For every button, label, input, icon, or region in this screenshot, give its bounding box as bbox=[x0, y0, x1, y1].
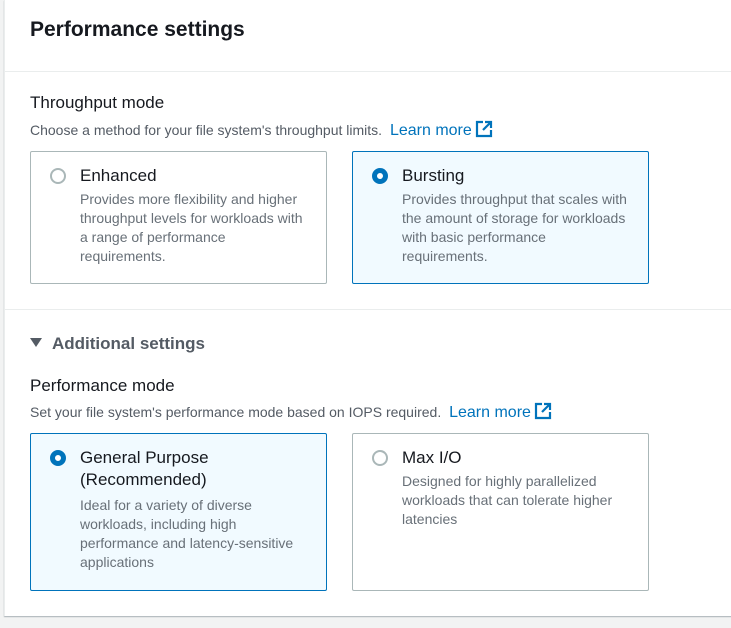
option-description: Ideal for a variety of diverse workloads… bbox=[80, 497, 294, 570]
option-description: Provides more flexibility and higher thr… bbox=[80, 191, 303, 264]
option-description: Designed for highly parallelized workloa… bbox=[402, 473, 613, 527]
radio-general-purpose[interactable] bbox=[50, 450, 66, 466]
radio-bursting[interactable] bbox=[372, 168, 388, 184]
performance-option-max-io[interactable]: Max I/O Designed for highly parallelized… bbox=[352, 433, 649, 591]
throughput-option-bursting[interactable]: Bursting Provides throughput that scales… bbox=[352, 151, 649, 284]
performance-mode-description: Set your file system's performance mode … bbox=[30, 402, 552, 426]
throughput-learn-more-text[interactable]: Learn more bbox=[390, 122, 472, 139]
performance-option-general-purpose[interactable]: General Purpose (Recommended) Ideal for … bbox=[30, 433, 327, 591]
external-link-icon bbox=[534, 402, 552, 426]
performance-settings-panel: Performance settings Throughput mode Cho… bbox=[4, 0, 731, 616]
section-divider bbox=[5, 309, 731, 310]
throughput-learn-more-link[interactable]: Learn more bbox=[390, 120, 493, 139]
throughput-mode-title: Throughput mode bbox=[30, 93, 165, 112]
option-label: Max I/O bbox=[402, 448, 462, 467]
panel-header: Performance settings bbox=[5, 0, 731, 72]
panel-title: Performance settings bbox=[30, 18, 245, 41]
throughput-option-enhanced[interactable]: Enhanced Provides more flexibility and h… bbox=[30, 151, 327, 284]
caret-down-icon bbox=[30, 338, 42, 347]
radio-max-io[interactable] bbox=[372, 450, 388, 466]
performance-learn-more-text[interactable]: Learn more bbox=[449, 404, 531, 421]
option-label: General Purpose (Recommended) bbox=[80, 448, 209, 489]
throughput-mode-description: Choose a method for your file system's t… bbox=[30, 120, 493, 144]
additional-settings-label[interactable]: Additional settings bbox=[52, 334, 205, 353]
external-link-icon bbox=[475, 120, 493, 144]
performance-mode-title: Performance mode bbox=[30, 376, 175, 395]
option-description: Provides throughput that scales with the… bbox=[402, 191, 627, 264]
option-label: Enhanced bbox=[80, 166, 157, 185]
throughput-description-text: Choose a method for your file system's t… bbox=[30, 122, 383, 138]
performance-learn-more-link[interactable]: Learn more bbox=[449, 402, 552, 421]
option-label: Bursting bbox=[402, 166, 465, 185]
performance-description-text: Set your file system's performance mode … bbox=[30, 404, 442, 420]
radio-enhanced[interactable] bbox=[50, 168, 66, 184]
additional-settings-toggle[interactable]: Additional settings bbox=[30, 333, 205, 355]
